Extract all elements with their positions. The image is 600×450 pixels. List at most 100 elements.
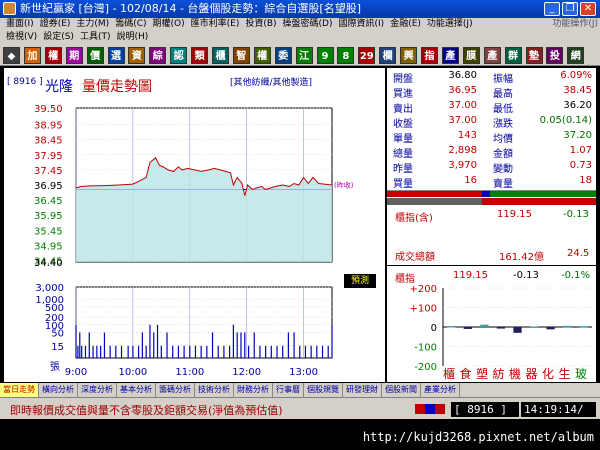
quote-value: 18 [579,175,592,186]
toolbar-button-3[interactable]: 期 [65,47,83,64]
toolbar-button-12[interactable]: 權 [253,47,271,64]
toolbar-button-18[interactable]: 欄 [379,47,397,64]
tab-0[interactable]: 當日走勢 [0,383,39,397]
price-tick-label: 35.45 [34,226,63,237]
tab-11[interactable]: 產業分析 [421,383,460,397]
minimize-button[interactable]: _ [544,2,560,16]
toolbar-button-15[interactable]: 9 [316,47,334,64]
menu-item-1[interactable]: 證券(E) [37,18,74,31]
main-menu-bar: 畫面(I) 證券(E) 主力(M) 籌碼(C) 期權(O) 匯市利率(E) 投資(B) 操盤密… [0,18,600,31]
price-tick-label: 38.95 [34,121,63,132]
tab-3[interactable]: 基本分析 [117,383,156,397]
status-bar: 即時報價成交值與量不含零股及鉅額交易(淨值為預估值) [ 8916 ] 14:1… [0,397,600,419]
toolbar-button-1[interactable]: 加 [23,47,41,64]
sector-label[interactable]: 器 [526,367,538,380]
tab-4[interactable]: 籌碼分析 [156,383,195,397]
sector-label[interactable]: 塑 [476,366,488,380]
menu-item-6[interactable]: 投資(B) [242,18,279,31]
toolbar-button-6[interactable]: 資 [128,47,146,64]
tab-6[interactable]: 財務分析 [234,383,273,397]
menu-item-5[interactable]: 匯市利率(E) [188,18,243,31]
menu-item-4[interactable]: 期權(O) [150,18,188,31]
turnover-value: 161.42億 [499,252,544,263]
quote-value: 3,970 [448,160,477,171]
quote-label: 總量 [393,149,413,160]
prev-close-label: (昨收) [334,181,354,190]
quote-value: 37.20 [563,130,592,141]
menu-item-9[interactable]: 金融(E) [387,18,424,31]
menu-item-10[interactable]: 功能選擇(J) [424,18,476,31]
quote-label: 收盤 [393,119,413,130]
sector-bar [463,327,472,329]
toolbar-button-21[interactable]: 產 [441,47,459,64]
maximize-button[interactable]: ❐ [562,2,578,16]
sector-label[interactable]: 紡 [493,366,505,380]
menu2-item-0[interactable]: 檢視(V) [3,31,40,44]
toolbar-button-13[interactable]: 委 [274,47,292,64]
toolbar-button-14[interactable]: 江 [295,47,313,64]
toolbar-button-11[interactable]: 智 [232,47,250,64]
forecast-badge[interactable]: 預測 [344,274,376,288]
close-button[interactable]: ✕ [580,2,596,16]
tab-2[interactable]: 深度分析 [78,383,117,397]
time-tick-label: 9:00 [65,367,87,378]
chart-canvas[interactable]: 39.50 38.95 38.45 37.95 37.45 36.95 36.45 35.95… [4,68,385,382]
sector-label[interactable]: 生 [559,367,571,380]
menu-item-8[interactable]: 國際資訊(I) [336,18,388,31]
sector-label[interactable]: 櫃 [443,367,455,380]
quote-value: 2,898 [448,145,477,156]
menu2-item-1[interactable]: 設定(S) [40,31,77,44]
toolbar-button-7[interactable]: 綜 [149,47,167,64]
toolbar-button-26[interactable]: 投 [546,47,564,64]
toolbar-button-8[interactable]: 認 [170,47,188,64]
sector-label[interactable]: 玻 [575,367,587,380]
menu2-item-3[interactable]: 說明(H) [113,31,151,44]
status-color-indicator [415,404,445,414]
quick-toolbar: ◆ 加權期價選資綜認類櫃智權委江 9 8 29 欄興指產膜產群墊投網 [0,44,600,66]
sector-label[interactable]: 機 [509,366,521,380]
menu2-item-2[interactable]: 工具(T) [77,31,114,44]
menu-item-3[interactable]: 籌碼(C) [112,18,149,31]
tab-7[interactable]: 行事曆 [273,383,304,397]
tab-1[interactable]: 橫向分析 [39,383,78,397]
tab-10[interactable]: 個股新聞 [382,383,421,397]
toolbar-button-4[interactable]: 價 [86,47,104,64]
quote-label: 昨量 [393,164,413,175]
menu-item-7[interactable]: 操盤密碼(D) [280,18,336,31]
toolbar-button-19[interactable]: 興 [400,47,418,64]
sector-bar [563,325,572,328]
tab-9[interactable]: 研發理財 [343,383,382,397]
toolbar-button-5[interactable]: 選 [107,47,125,64]
toolbar-button-2[interactable]: 權 [44,47,62,64]
toolbar-button-17[interactable]: 29 [358,47,376,64]
toolbar-button-10[interactable]: 櫃 [212,47,229,64]
toolbar-button-24[interactable]: 群 [504,47,522,64]
function-ops-menu[interactable]: 功能操作(J) [552,18,598,31]
toolbar-button-20[interactable]: 指 [421,47,438,64]
toolbar-button-27[interactable]: 網 [567,47,585,64]
sector-chart[interactable]: +200 +100 0 -100 -200 櫃食塑紡機器化生玻 [387,282,596,380]
toolbar-button-23[interactable]: 產 [483,47,501,64]
sector-label[interactable]: 食 [460,366,472,380]
otc-index-label: 櫃指(含) [395,213,433,224]
tab-5[interactable]: 技術分析 [195,383,234,397]
status-time: 14:19:14/ [521,402,596,417]
menu-item-0[interactable]: 畫面(I) [3,18,37,31]
turnover-label: 成交總額 [395,252,435,263]
quote-label: 變動 [493,164,513,175]
toolbar-button-0[interactable]: ◆ [3,47,20,64]
toolbar-button-16[interactable]: 8 [337,47,355,64]
menu-item-2[interactable]: 主力(M) [73,18,112,31]
sector-bar [513,327,522,333]
quote-value: 36.20 [563,100,592,111]
quote-label: 最低 [493,104,513,115]
quote-value: 38.45 [563,85,592,96]
sector-label[interactable]: 化 [542,367,554,380]
otc-index2-change: -0.13 [513,270,539,281]
toolbar-button-25[interactable]: 墊 [525,47,543,64]
toolbar-button-9[interactable]: 類 [191,47,209,64]
tab-8[interactable]: 個股規覽 [304,383,343,397]
quote-value: 37.00 [448,100,477,111]
time-tick-label: 12:00 [232,367,261,378]
toolbar-button-22[interactable]: 膜 [462,47,480,64]
